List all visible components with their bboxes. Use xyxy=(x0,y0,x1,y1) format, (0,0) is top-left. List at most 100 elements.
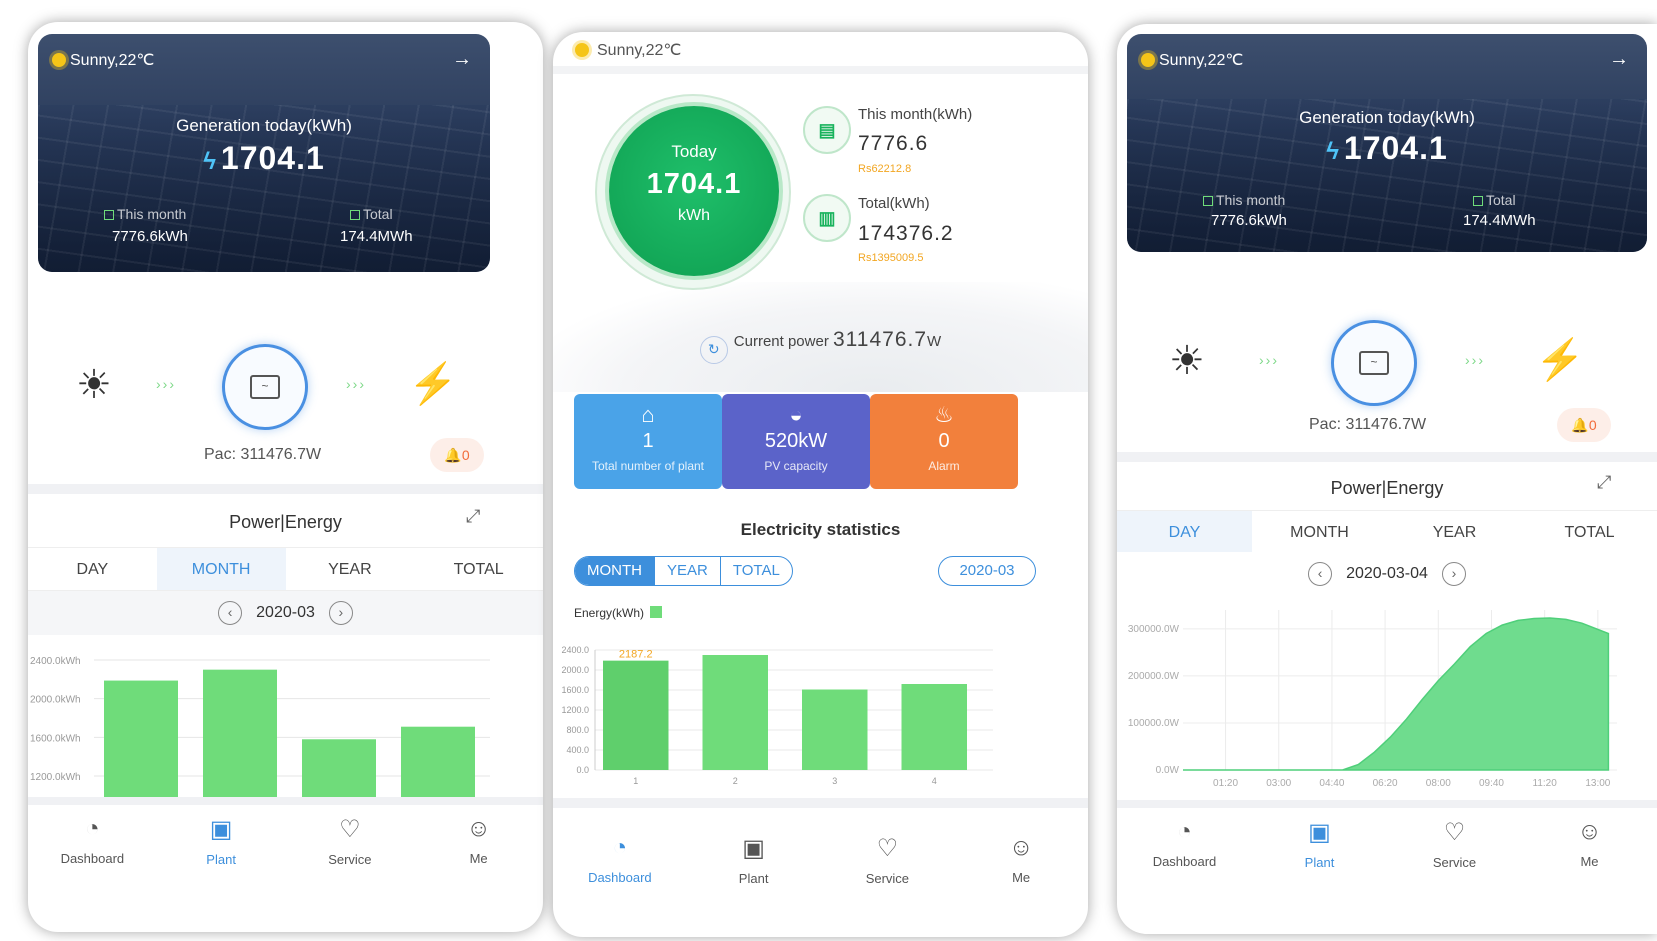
nav-me[interactable]: ☺ Me xyxy=(414,805,543,877)
nav-dashboard[interactable]: ◔ Dashboard xyxy=(1117,808,1252,880)
nav-me[interactable]: ☺ Me xyxy=(1522,808,1657,880)
pv-capacity-value: 520kW xyxy=(764,430,828,452)
x-tick-label: 04:40 xyxy=(1319,778,1344,789)
y-tick-label: 2400.0 xyxy=(561,645,589,655)
bar xyxy=(901,684,967,770)
gauge-icon: ◒ xyxy=(789,402,803,427)
expand-icon[interactable]: ⤢ xyxy=(1597,472,1611,493)
tab-month[interactable]: MONTH xyxy=(1252,511,1387,553)
plant-icon: ▣ xyxy=(209,816,233,843)
total-label: Total xyxy=(1473,192,1516,208)
total-value: 174.4MWh xyxy=(340,228,413,245)
x-tick-label: 09:40 xyxy=(1479,778,1504,789)
tab-year[interactable]: YEAR xyxy=(286,548,415,590)
inverter-button[interactable]: ~ xyxy=(1331,320,1417,406)
expand-icon[interactable]: ⤢ xyxy=(466,506,480,527)
energy-legend: Energy(kWh) xyxy=(574,606,663,620)
tab-month[interactable]: MONTH xyxy=(575,557,655,585)
sun-icon xyxy=(575,43,589,57)
current-power-label: Current power xyxy=(733,333,829,350)
energy-flow: ☀ ››› ~ ››› ⚡ xyxy=(28,342,543,452)
today-label: Today xyxy=(671,142,717,161)
month-bar-chart: 1200.0kWh 1600.0kWh 2000.0kWh 2400.0kWh xyxy=(30,656,490,802)
tile-alarm[interactable]: ♨ 0 Alarm xyxy=(870,394,1018,489)
this-month-value: 7776.6kWh xyxy=(112,228,188,245)
power-area xyxy=(1183,617,1610,771)
nav-service[interactable]: ♡ Service xyxy=(821,824,955,904)
tile-plants[interactable]: ⌂ 1 Total number of plant xyxy=(574,394,722,489)
nav-plant[interactable]: ▣ Plant xyxy=(1252,808,1387,880)
sun-icon xyxy=(1141,53,1155,67)
tab-year[interactable]: YEAR xyxy=(655,557,721,585)
tab-day[interactable]: DAY xyxy=(28,548,157,590)
weather-text: Sunny,22℃ xyxy=(597,42,682,59)
service-icon: ♡ xyxy=(876,835,899,862)
today-unit: kWh xyxy=(678,207,710,224)
alarm-badge[interactable]: 🔔0 xyxy=(430,438,484,472)
weather: Sunny,22℃ xyxy=(575,40,681,60)
x-tick-label: 4 xyxy=(932,776,937,786)
generation-card[interactable]: Sunny,22℃ → Generation today(kWh) ϟ 1704.… xyxy=(38,34,490,272)
tile-pv-capacity[interactable]: ◒ 520kW PV capacity xyxy=(722,394,870,489)
tab-day[interactable]: DAY xyxy=(1117,511,1252,553)
tab-total[interactable]: TOTAL xyxy=(414,548,543,590)
y-tick-label: 1200.0kWh xyxy=(30,772,81,783)
date-text: 2020-03 xyxy=(256,604,315,621)
x-tick-label: 1 xyxy=(633,776,638,786)
next-date-button[interactable]: › xyxy=(1441,562,1466,586)
arrow-right-icon[interactable]: → xyxy=(452,48,472,71)
tab-month[interactable]: MONTH xyxy=(156,548,286,590)
user-icon: ☺ xyxy=(466,815,491,842)
next-date-button[interactable]: › xyxy=(328,601,353,625)
nav-dashboard[interactable]: ◔ Dashboard xyxy=(28,805,157,877)
flow-dots-icon: ››› xyxy=(346,376,366,392)
date-picker[interactable]: 2020-03 xyxy=(938,556,1036,586)
alarm-badge[interactable]: 🔔0 xyxy=(1557,408,1611,442)
plants-count: 1 xyxy=(642,430,654,452)
nav-plant-label: Plant xyxy=(1304,855,1335,870)
month-value: 7776.6 xyxy=(858,132,929,155)
alarm-value: 0 xyxy=(938,430,950,452)
y-tick-label: 0.0W xyxy=(1156,765,1180,776)
generation-card[interactable]: Sunny,22℃ → Generation today(kWh) ϟ 1704.… xyxy=(1127,34,1647,252)
total-revenue: Rs1395009.5 xyxy=(858,252,924,264)
divider xyxy=(28,484,543,494)
nav-me[interactable]: ☺ Me xyxy=(954,824,1088,904)
y-tick-label: 2000.0 xyxy=(561,665,589,675)
plants-label: Total number of plant xyxy=(591,459,705,473)
nav-plant[interactable]: ▣ Plant xyxy=(157,805,286,877)
this-month-label: This month xyxy=(1203,192,1285,208)
x-tick-label: 13:00 xyxy=(1585,778,1610,789)
nav-plant[interactable]: ▣ Plant xyxy=(687,824,821,904)
generation-number: 1704.1 xyxy=(220,140,325,176)
nav-dashboard[interactable]: ◔ Dashboard xyxy=(553,824,687,904)
nav-service[interactable]: ♡ Service xyxy=(286,805,415,877)
tab-year[interactable]: YEAR xyxy=(1387,511,1522,553)
calendar-icon xyxy=(104,210,114,220)
date-selector: ‹ 2020-03-04 › xyxy=(1117,552,1657,596)
y-tick-label: 100000.0W xyxy=(1128,718,1180,729)
x-tick-label: 03:00 xyxy=(1266,778,1291,789)
flow-dots-icon: ››› xyxy=(1259,352,1279,368)
service-icon: ♡ xyxy=(339,816,361,843)
dashboard-icon: ◔ xyxy=(85,815,100,842)
date-selector: ‹ 2020-03 › xyxy=(28,591,543,635)
dashboard-icon: ◔ xyxy=(1177,818,1192,845)
grid-tower-icon: ⚡ xyxy=(408,362,458,406)
total-label: Total xyxy=(350,206,393,222)
prev-date-button[interactable]: ‹ xyxy=(1308,562,1333,586)
y-tick-label: 2400.0kWh xyxy=(30,656,81,667)
bolt-icon: ϟ xyxy=(1326,138,1340,165)
total-value: 174.4MWh xyxy=(1463,212,1536,229)
prev-date-button[interactable]: ‹ xyxy=(218,601,243,625)
tab-total[interactable]: TOTAL xyxy=(721,557,792,585)
tab-total[interactable]: TOTAL xyxy=(1522,511,1657,553)
period-tabs: DAY MONTH YEAR TOTAL xyxy=(1117,510,1657,554)
arrow-right-icon[interactable]: → xyxy=(1609,48,1629,71)
bar xyxy=(603,660,669,770)
inverter-button[interactable]: ~ xyxy=(222,344,308,430)
x-tick-label: 06:20 xyxy=(1373,778,1398,789)
nav-service[interactable]: ♡ Service xyxy=(1387,808,1522,880)
home-icon: ⌂ xyxy=(641,402,655,427)
sun-icon xyxy=(52,53,66,67)
